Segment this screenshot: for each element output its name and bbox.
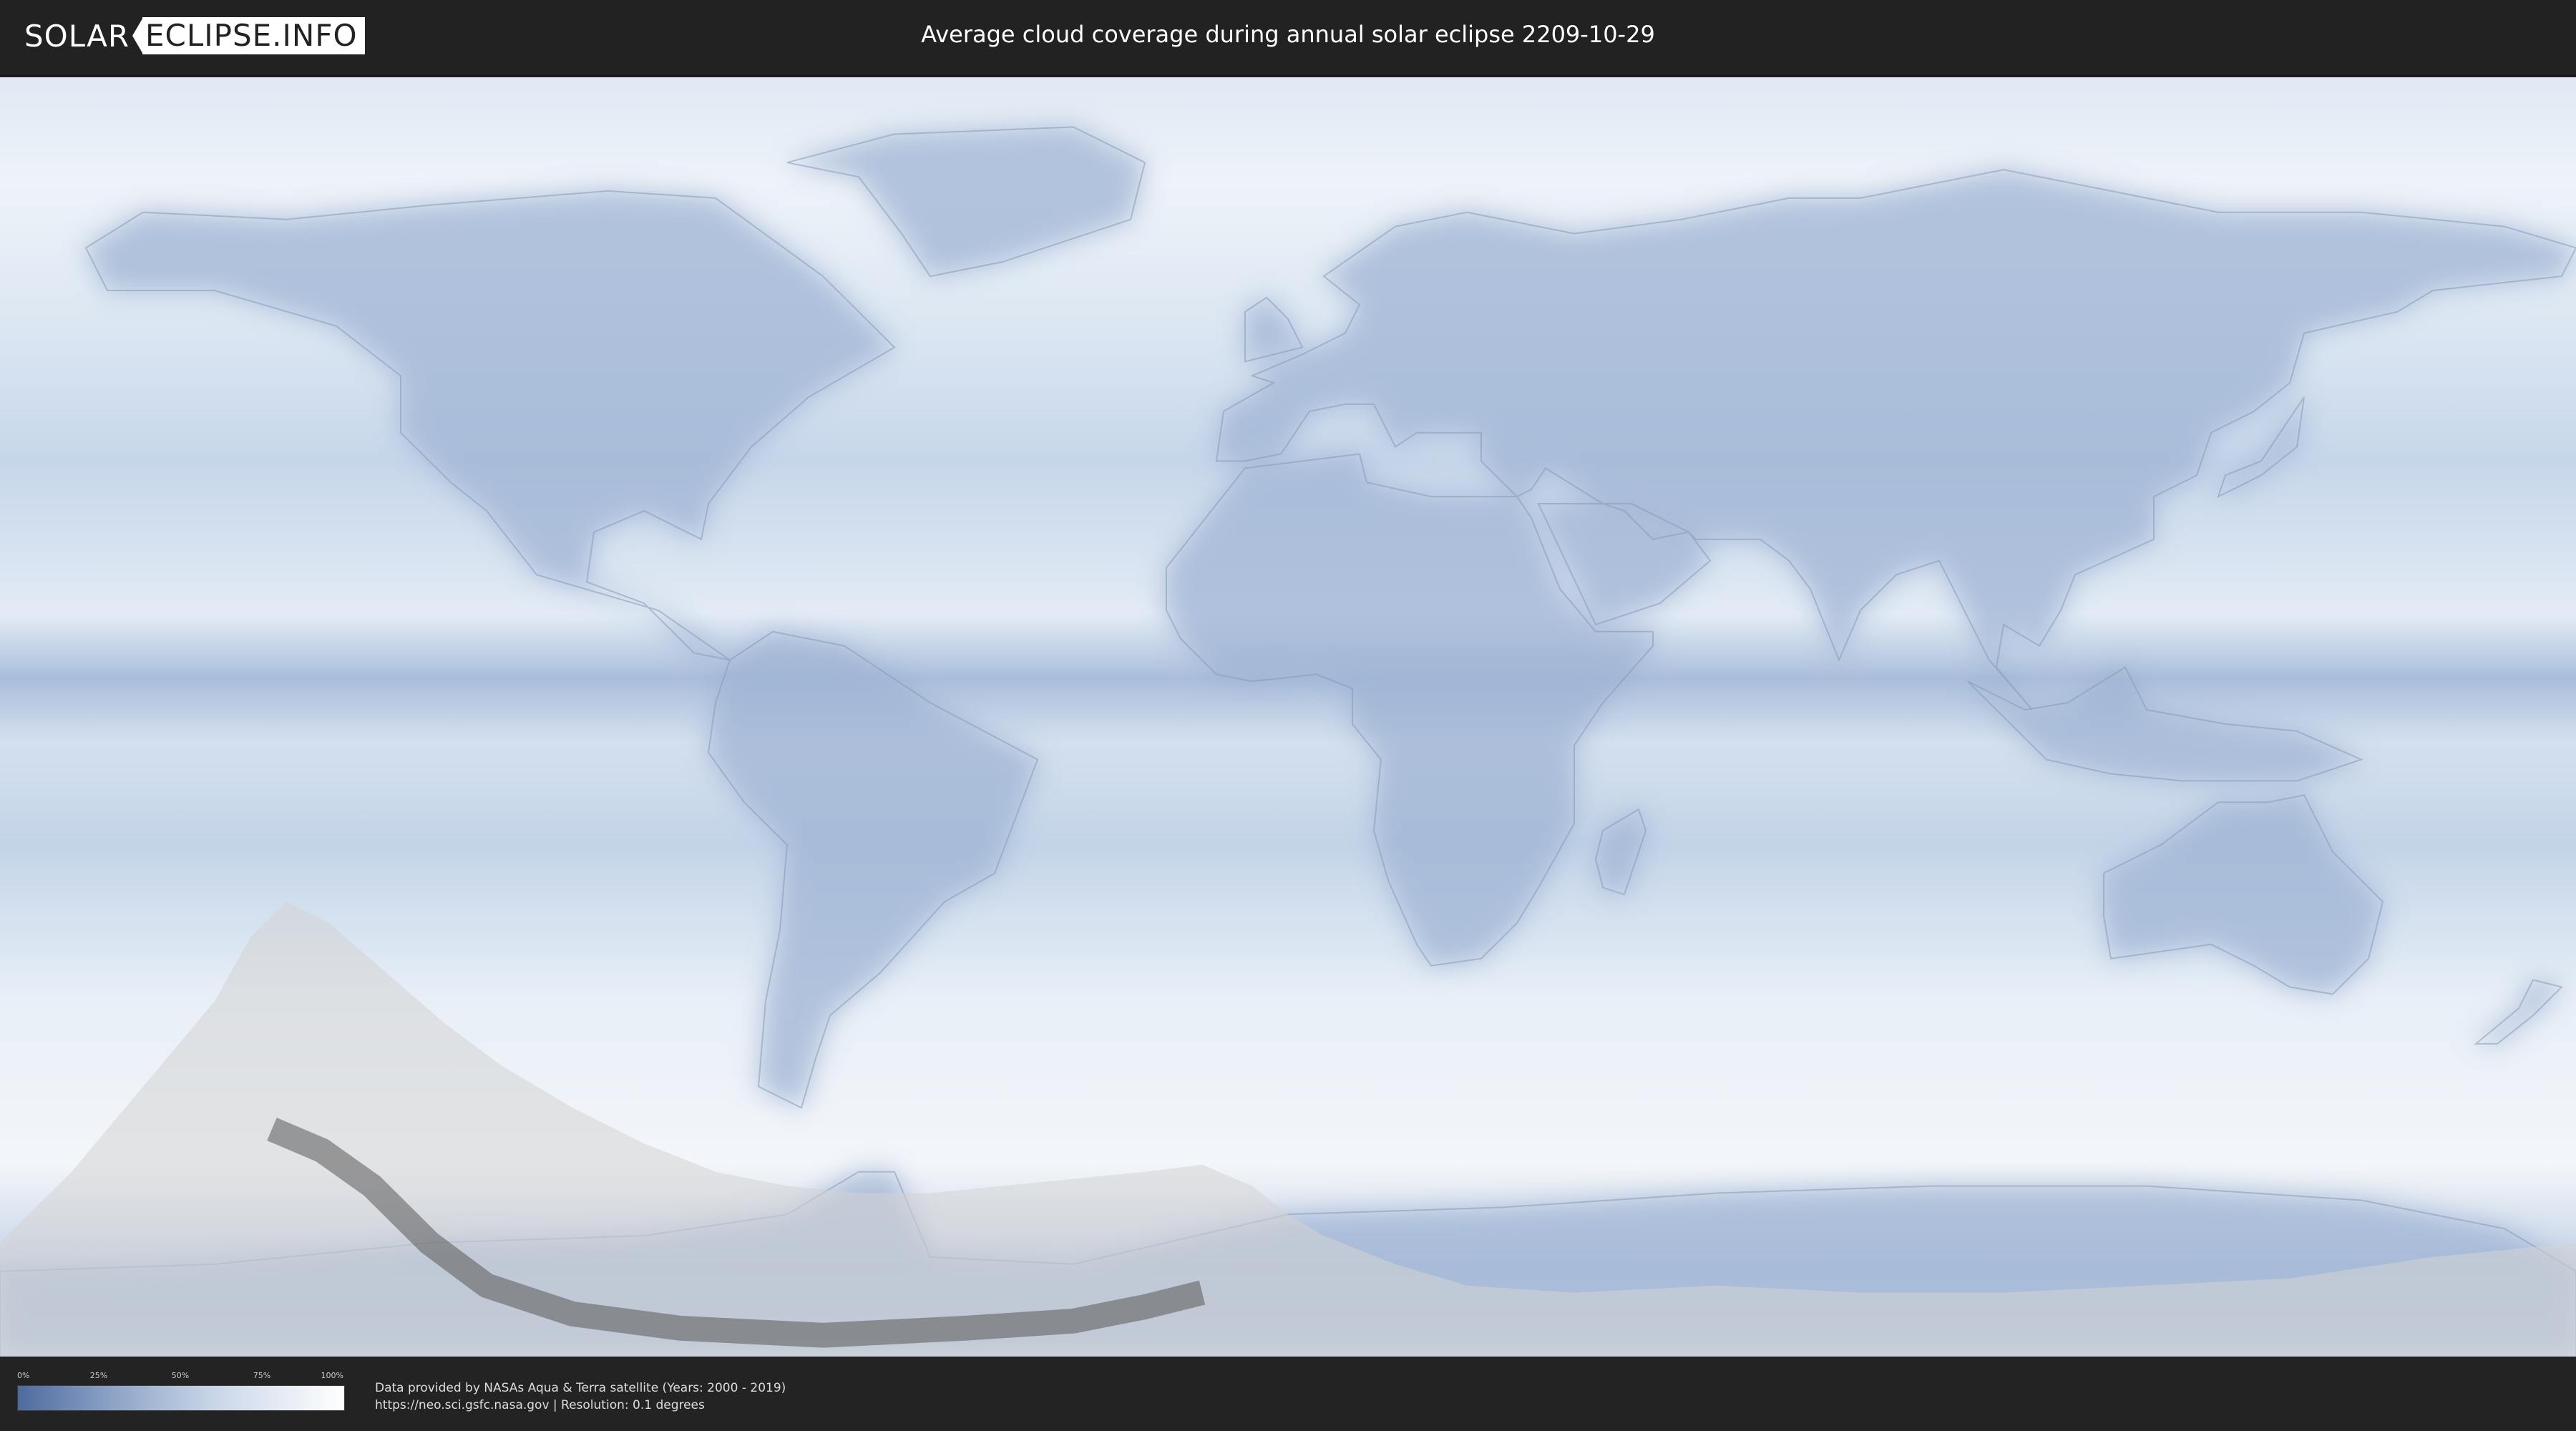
credits-url[interactable]: https://neo.sci.gsfc.nasa.gov | Resoluti… (375, 1397, 786, 1414)
cloud-coverage-legend: 0% 25% 50% 75% 100% (17, 1371, 345, 1414)
legend-ticks: 0% 25% 50% 75% 100% (17, 1371, 343, 1384)
legend-tick-50: 50% (171, 1371, 190, 1380)
legend-gradient-bar (17, 1385, 345, 1411)
legend-tick-25: 25% (89, 1371, 108, 1380)
credits-source: Data provided by NASAs Aqua & Terra sate… (375, 1381, 786, 1395)
legend-tick-75: 75% (253, 1371, 271, 1380)
header-bar: SOLAR ECLIPSE.INFO Average cloud coverag… (0, 0, 2576, 74)
page-title: Average cloud coverage during annual sol… (921, 21, 1655, 48)
legend-tick-0: 0% (17, 1371, 30, 1380)
map-frame (0, 74, 2576, 1357)
footer-bar: 0% 25% 50% 75% 100% Data provided by NAS… (0, 1357, 2576, 1431)
data-credits: Data provided by NASAs Aqua & Terra sate… (375, 1379, 786, 1414)
legend-tick-100: 100% (321, 1371, 343, 1380)
cloud-coverage-map[interactable] (0, 77, 2576, 1357)
